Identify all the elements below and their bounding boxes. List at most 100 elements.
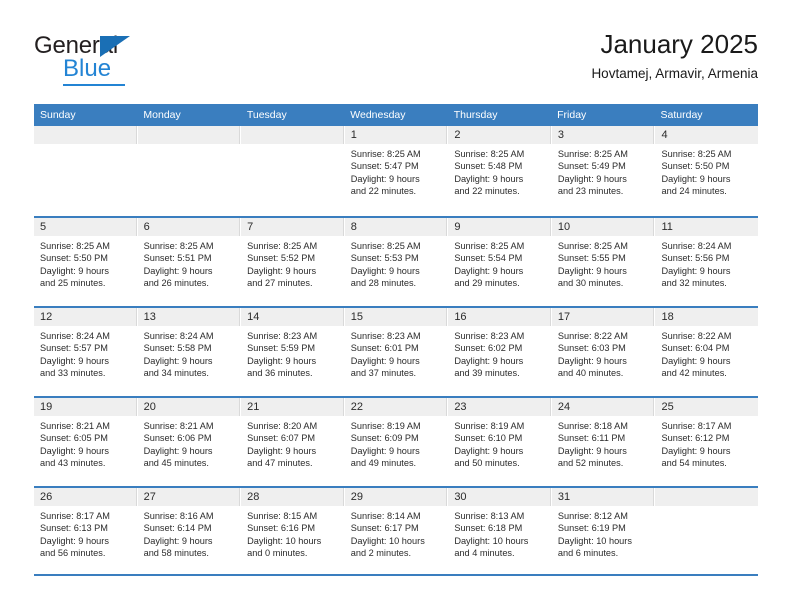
calendar-day-cell[interactable]: 21 Sunrise: 8:20 AM Sunset: 6:07 PM Dayligh…	[241, 398, 345, 486]
day-number: 20	[137, 398, 241, 416]
sunset-text: Sunset: 5:58 PM	[143, 343, 212, 354]
day-details: Sunrise: 8:17 AM Sunset: 6:13 PM Daylight:…	[34, 506, 137, 560]
calendar-day-cell[interactable]: 22 Sunrise: 8:19 AM Sunset: 6:09 PM Dayligh…	[344, 398, 449, 486]
calendar-day-cell[interactable]: 5 Sunrise: 8:25 AM Sunset: 5:50 PM Daylight…	[34, 218, 138, 306]
calendar-day-cell[interactable]: 14 Sunrise: 8:23 AM Sunset: 5:59 PM Dayligh…	[241, 308, 345, 396]
day-details: Sunrise: 8:13 AM Sunset: 6:18 PM Daylight:…	[448, 506, 551, 560]
weekday-header-friday: Friday	[557, 109, 587, 121]
day-number	[241, 126, 344, 144]
daylight-text-line2: and 43 minutes.	[40, 458, 106, 469]
calendar-day-cell[interactable]: 6 Sunrise: 8:25 AM Sunset: 5:51 PM Daylight…	[137, 218, 242, 306]
sunrise-text: Sunrise: 8:25 AM	[247, 241, 318, 251]
day-details: Sunrise: 8:25 AM Sunset: 5:51 PM Daylight:…	[138, 236, 241, 290]
day-details: Sunrise: 8:20 AM Sunset: 6:07 PM Daylight:…	[241, 416, 344, 470]
sunrise-text: Sunrise: 8:17 AM	[40, 511, 110, 521]
daylight-text-line2: and 29 minutes.	[454, 278, 520, 289]
sunrise-text: Sunrise: 8:15 AM	[247, 511, 318, 521]
calendar-day-cell[interactable]: 9 Sunrise: 8:25 AM Sunset: 5:54 PM Daylight…	[448, 218, 552, 306]
sunrise-text: Sunrise: 8:16 AM	[143, 511, 214, 521]
day-number: 19	[34, 398, 137, 416]
calendar-day-cell[interactable]: 2 Sunrise: 8:25 AM Sunset: 5:48 PM Daylight…	[448, 126, 552, 216]
daylight-text-line1: Daylight: 9 hours	[350, 355, 420, 366]
day-number: 8	[344, 218, 448, 236]
general-blue-logo[interactable]: General Blue	[34, 34, 294, 90]
calendar-day-cell[interactable]: 11 Sunrise: 8:24 AM Sunset: 5:56 PM Dayligh…	[655, 218, 759, 306]
title-block: January 2025 Hovtamej, Armavir, Armenia	[591, 29, 758, 82]
sunrise-text: Sunrise: 8:21 AM	[143, 421, 214, 431]
calendar-day-cell[interactable]: 23 Sunrise: 8:19 AM Sunset: 6:10 PM Dayligh…	[448, 398, 552, 486]
day-details: Sunrise: 8:24 AM Sunset: 5:58 PM Daylight:…	[138, 326, 241, 380]
calendar-day-cell[interactable]: 20 Sunrise: 8:21 AM Sunset: 6:06 PM Dayligh…	[137, 398, 242, 486]
daylight-text-line1: Daylight: 10 hours	[247, 535, 322, 546]
day-number: 14	[241, 308, 344, 326]
calendar-day-cell[interactable]: 30 Sunrise: 8:13 AM Sunset: 6:18 PM Dayligh…	[448, 488, 552, 574]
daylight-text-line2: and 54 minutes.	[661, 458, 727, 469]
daylight-text-line2: and 33 minutes.	[40, 368, 106, 379]
day-details: Sunrise: 8:23 AM Sunset: 6:01 PM Daylight:…	[345, 326, 448, 380]
calendar-day-cell[interactable]: 12 Sunrise: 8:24 AM Sunset: 5:57 PM Dayligh…	[34, 308, 138, 396]
daylight-text-line1: Daylight: 9 hours	[143, 265, 213, 276]
daylight-text-line2: and 25 minutes.	[40, 278, 106, 289]
daylight-text-line2: and 23 minutes.	[557, 186, 624, 197]
daylight-text-line1: Daylight: 9 hours	[454, 355, 524, 366]
daylight-text-line1: Daylight: 9 hours	[247, 265, 317, 276]
calendar-day-cell[interactable]: 16 Sunrise: 8:23 AM Sunset: 6:02 PM Dayligh…	[448, 308, 552, 396]
calendar-day-cell[interactable]: 8 Sunrise: 8:25 AM Sunset: 5:53 PM Daylight…	[344, 218, 449, 306]
daylight-text-line1: Daylight: 9 hours	[350, 445, 420, 456]
daylight-text-line1: Daylight: 9 hours	[143, 445, 213, 456]
day-number: 11	[655, 218, 759, 236]
day-details: Sunrise: 8:25 AM Sunset: 5:50 PM Daylight:…	[34, 236, 137, 290]
day-number: 22	[344, 398, 448, 416]
calendar-grid: Sunday Monday Tuesday Wednesday Thursday Frid…	[34, 104, 759, 576]
weekday-header-wednesday: Wednesday	[350, 109, 406, 121]
daylight-text-line1: Daylight: 9 hours	[661, 173, 731, 184]
day-number: 4	[655, 126, 759, 144]
sunrise-text: Sunrise: 8:25 AM	[557, 241, 628, 251]
calendar-day-cell[interactable]: 7 Sunrise: 8:25 AM Sunset: 5:52 PM Daylight…	[241, 218, 345, 306]
daylight-text-line2: and 0 minutes.	[247, 548, 308, 559]
calendar-day-cell[interactable]: 17 Sunrise: 8:22 AM Sunset: 6:03 PM Dayligh…	[551, 308, 656, 396]
sunset-text: Sunset: 5:57 PM	[40, 343, 108, 354]
day-number: 24	[551, 398, 655, 416]
page-subtitle: Hovtamej, Armavir, Armenia	[591, 65, 758, 81]
calendar-day-cell[interactable]: 28 Sunrise: 8:15 AM Sunset: 6:16 PM Dayligh…	[241, 488, 345, 574]
daylight-text-line2: and 28 minutes.	[350, 278, 417, 289]
calendar-day-cell[interactable]: 31 Sunrise: 8:12 AM Sunset: 6:19 PM Dayligh…	[551, 488, 656, 574]
calendar-day-cell[interactable]: 1 Sunrise: 8:25 AM Sunset: 5:47 PM Daylight…	[344, 126, 449, 216]
calendar-day-cell-empty	[241, 126, 345, 216]
day-details: Sunrise: 8:25 AM Sunset: 5:49 PM Daylight:…	[552, 144, 655, 198]
sunset-text: Sunset: 6:12 PM	[661, 433, 730, 444]
calendar-day-cell[interactable]: 25 Sunrise: 8:17 AM Sunset: 6:12 PM Dayligh…	[655, 398, 759, 486]
day-number: 23	[448, 398, 551, 416]
day-number: 3	[551, 126, 655, 144]
page-header: General Blue January 2025 Hovtamej, Arma…	[34, 29, 758, 98]
daylight-text-line2: and 45 minutes.	[143, 458, 209, 469]
calendar-day-cell[interactable]: 3 Sunrise: 8:25 AM Sunset: 5:49 PM Daylight…	[551, 126, 656, 216]
calendar-weeks: 1 Sunrise: 8:25 AM Sunset: 5:47 PM Daylight…	[34, 126, 759, 576]
day-details: Sunrise: 8:22 AM Sunset: 6:04 PM Daylight:…	[655, 326, 758, 380]
sunrise-text: Sunrise: 8:25 AM	[661, 149, 732, 159]
calendar-day-cell[interactable]: 29 Sunrise: 8:14 AM Sunset: 6:17 PM Dayligh…	[344, 488, 449, 574]
day-number: 16	[448, 308, 551, 326]
day-details: Sunrise: 8:22 AM Sunset: 6:03 PM Daylight:…	[552, 326, 655, 380]
daylight-text-line1: Daylight: 9 hours	[350, 173, 420, 184]
calendar-day-cell[interactable]: 10 Sunrise: 8:25 AM Sunset: 5:55 PM Dayligh…	[551, 218, 656, 306]
calendar-day-cell[interactable]: 13 Sunrise: 8:24 AM Sunset: 5:58 PM Dayligh…	[137, 308, 242, 396]
sunset-text: Sunset: 6:01 PM	[350, 343, 419, 354]
calendar-day-cell[interactable]: 15 Sunrise: 8:23 AM Sunset: 6:01 PM Dayligh…	[344, 308, 449, 396]
day-number: 5	[34, 218, 137, 236]
sunset-text: Sunset: 6:19 PM	[557, 523, 626, 534]
calendar-day-cell[interactable]: 24 Sunrise: 8:18 AM Sunset: 6:11 PM Dayligh…	[551, 398, 656, 486]
calendar-day-cell[interactable]: 27 Sunrise: 8:16 AM Sunset: 6:14 PM Dayligh…	[137, 488, 242, 574]
calendar-day-cell[interactable]: 19 Sunrise: 8:21 AM Sunset: 6:05 PM Dayligh…	[34, 398, 138, 486]
day-details: Sunrise: 8:18 AM Sunset: 6:11 PM Daylight:…	[552, 416, 655, 470]
day-details: Sunrise: 8:23 AM Sunset: 5:59 PM Daylight:…	[241, 326, 344, 380]
calendar-day-cell[interactable]: 26 Sunrise: 8:17 AM Sunset: 6:13 PM Dayligh…	[34, 488, 138, 574]
day-number: 26	[34, 488, 137, 506]
calendar-day-cell[interactable]: 4 Sunrise: 8:25 AM Sunset: 5:50 PM Daylight…	[655, 126, 759, 216]
calendar-day-cell[interactable]: 18 Sunrise: 8:22 AM Sunset: 6:04 PM Dayligh…	[655, 308, 759, 396]
logo-underline	[63, 84, 125, 86]
daylight-text-line1: Daylight: 9 hours	[454, 445, 524, 456]
daylight-text-line1: Daylight: 9 hours	[350, 265, 420, 276]
sunrise-text: Sunrise: 8:25 AM	[454, 241, 525, 251]
